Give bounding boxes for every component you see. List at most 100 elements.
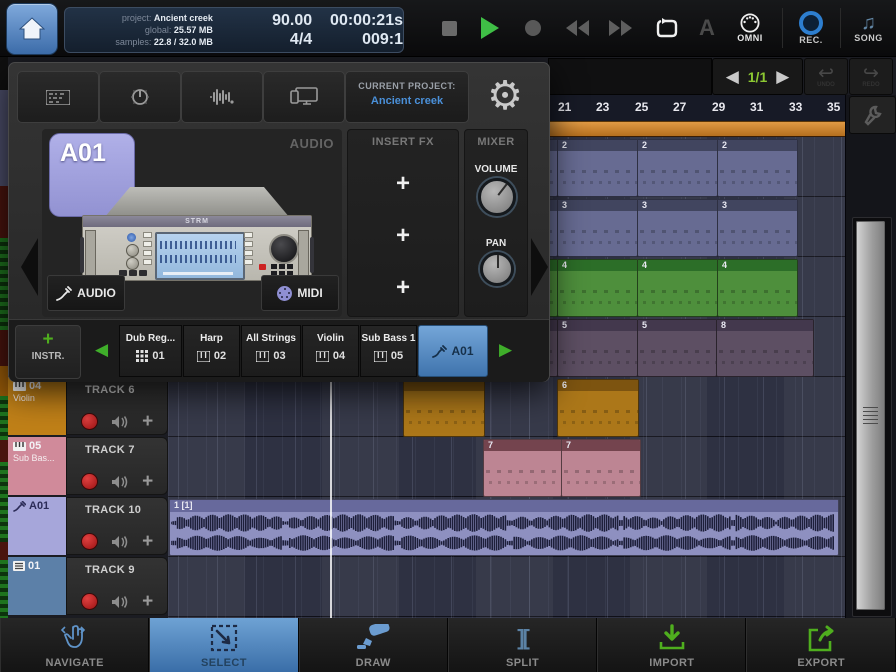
midi-clip[interactable]: 7 [483,439,562,497]
instrument-tab[interactable]: Harp 02 [183,325,240,377]
tool-split[interactable]: ][ SPLIT [447,618,598,672]
undo-button[interactable]: ↩ UNDO [804,58,848,95]
speaker-icon[interactable] [111,475,128,489]
add-instrument-button[interactable]: + INSTR. [15,325,81,379]
tracks-icon [46,89,70,105]
add-fx-slot-3[interactable]: + [348,274,458,302]
track-header[interactable]: 01 TRACK 9 + [0,557,168,615]
add-fx-slot-2[interactable]: + [348,222,458,250]
metronome-button[interactable]: A [690,8,724,48]
marker-icon [357,624,390,649]
record-button[interactable] [514,8,552,48]
midi-clip[interactable] [403,379,485,437]
song-mode-button[interactable]: ♫ SONG [840,8,896,48]
current-project-box[interactable]: CURRENT PROJECT: Ancient creek [345,71,469,123]
play-icon [481,17,499,39]
tool-select[interactable]: SELECT [149,618,299,672]
import-icon [659,624,685,650]
tab-audio-editor[interactable] [181,71,263,123]
instruments-scroll-right[interactable]: ▶ [499,340,512,360]
midi-clip[interactable]: 8 [716,319,814,377]
audio-io-button[interactable]: AUDIO [47,275,125,311]
add-effect-button[interactable]: + [142,472,153,491]
midi-clip[interactable]: 4 [717,259,798,317]
midi-clip[interactable]: 4 [637,259,718,317]
midi-clip[interactable]: 2 [637,139,718,197]
redo-button[interactable]: ↪ REDO [849,58,893,95]
prev-channel-chevron[interactable] [21,238,38,296]
midi-clip[interactable]: 2 [717,139,798,197]
home-button[interactable] [6,3,58,55]
instrument-tab[interactable]: Sub Bass 1 05 [360,325,417,377]
record-arm-button[interactable] [80,413,98,430]
ruler-tick: 21 [558,100,572,114]
instrument-tab[interactable]: Dub Reg... 01 [119,325,182,377]
vertical-scrollbar[interactable] [852,217,892,617]
project-info-display[interactable]: project: Ancient creek global: 25.57 MB … [64,7,404,53]
pan-knob[interactable] [480,252,514,286]
add-effect-button[interactable]: + [142,412,153,431]
midi-clip[interactable]: 5 [557,319,638,377]
record-arm-button[interactable] [80,533,98,550]
stop-button[interactable] [430,8,468,48]
jack-cable-icon [13,500,26,512]
midi-clip[interactable]: 4 [557,259,638,317]
tab-tracks[interactable] [17,71,99,123]
speaker-icon[interactable] [111,595,128,609]
instrument-tab[interactable]: Violin 04 [302,325,359,377]
volume-knob[interactable] [478,178,516,216]
rec-mode-button[interactable]: REC. [782,8,839,48]
bar-beat-display[interactable]: 009:1 [312,30,403,49]
midi-clip[interactable]: 7 [561,439,641,497]
midi-clip[interactable]: 6 [557,379,639,437]
add-effect-button[interactable]: + [142,592,153,611]
instrument-tab[interactable]: All Strings 03 [241,325,301,377]
midi-clip[interactable]: 3 [717,199,798,257]
tool-draw[interactable]: DRAW [298,618,448,672]
add-fx-slot-1[interactable]: + [348,170,458,198]
midi-io-button[interactable]: MIDI [261,275,339,311]
right-tool-column [845,95,896,618]
midi-clip[interactable]: 2 [557,139,638,197]
page-next-button[interactable]: ▶ [776,68,789,85]
midi-clip[interactable]: 5 [637,319,717,377]
record-arm-button[interactable] [80,473,98,490]
tool-export[interactable]: EXPORT [746,618,896,672]
track-color-badge[interactable]: 01 [8,557,66,615]
fast-forward-button[interactable] [600,8,642,48]
speaker-icon[interactable] [111,535,128,549]
tool-navigate[interactable]: NAVIGATE [0,618,150,672]
play-button[interactable] [470,8,510,48]
page-prev-button[interactable]: ◀ [726,68,739,85]
tempo-display[interactable]: 90.00 [229,11,312,30]
omni-button[interactable]: OMNI [728,8,772,48]
settings-gear-button[interactable]: ⚙ [477,71,533,123]
track-color-badge[interactable]: 04 Violin [8,377,66,435]
track-header[interactable]: 05 Sub Bas... TRACK 7 + [0,437,168,495]
instrument-tab-selected[interactable]: A01 [418,325,488,377]
scrollbar-thumb[interactable] [856,221,885,610]
time-signature-display[interactable]: 4/4 [229,30,312,49]
midi-clip[interactable]: 3 [637,199,718,257]
track-color-badge[interactable]: 05 Sub Bas... [8,437,66,495]
rewind-button[interactable] [556,8,598,48]
add-effect-button[interactable]: + [142,532,153,551]
audio-clip[interactable]: 1 [1] [169,499,839,556]
track-tools-button[interactable] [849,96,896,134]
midi-clip[interactable]: 3 [557,199,638,257]
track-header[interactable]: A01 TRACK 10 + [0,497,168,555]
instruments-scroll-left[interactable]: ◀ [95,340,108,360]
tool-import[interactable]: IMPORT [597,618,747,672]
record-arm-button[interactable] [80,593,98,610]
time-display[interactable]: 00:00:21s [312,11,403,30]
ruler-tick: 29 [712,100,726,114]
song-icon: ♫ [861,12,876,34]
speaker-icon[interactable] [111,415,128,429]
loop-button[interactable] [646,8,688,48]
next-channel-chevron[interactable] [531,238,548,296]
track-header[interactable]: 04 Violin TRACK 6 + [0,377,168,435]
sampler-device-image[interactable]: STRM [80,187,314,281]
tab-mixer[interactable] [99,71,181,123]
tab-devices[interactable] [263,71,345,123]
track-color-badge[interactable]: A01 [8,497,66,555]
